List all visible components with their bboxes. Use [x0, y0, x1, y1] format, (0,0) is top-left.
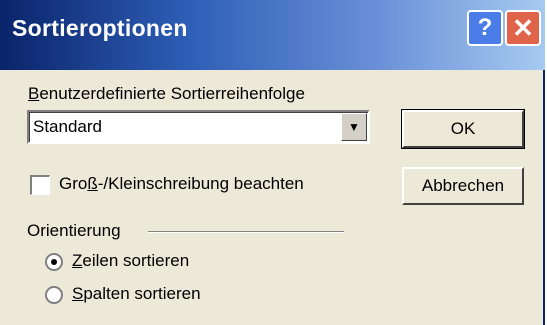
help-button[interactable]: ?: [467, 10, 503, 46]
case-sensitive-label[interactable]: Groß-/Kleinschreibung beachten: [59, 174, 304, 194]
case-sensitive-checkbox[interactable]: [30, 175, 50, 195]
sort-order-label: Benutzerdefinierte Sortierreihenfolge: [28, 84, 305, 103]
orientation-group-divider: [148, 231, 344, 233]
radio-sort-columns[interactable]: [45, 286, 63, 304]
orientation-group-label: Orientierung: [27, 221, 121, 240]
chevron-down-icon: ▼: [348, 120, 360, 134]
window-title: Sortieroptionen: [12, 15, 188, 41]
sort-order-dropdown[interactable]: Standard ▼: [27, 110, 370, 144]
close-icon: ✕: [512, 12, 534, 43]
cancel-button[interactable]: Abbrechen: [402, 167, 524, 205]
close-button[interactable]: ✕: [505, 10, 541, 46]
radio-sort-rows[interactable]: [45, 253, 63, 271]
help-icon: ?: [477, 14, 493, 41]
sort-options-dialog: Sortieroptionen ? ✕ Benutzerdefinierte S…: [0, 0, 545, 325]
dropdown-arrow-button[interactable]: ▼: [341, 113, 367, 141]
radio-sort-rows-label[interactable]: Zeilen sortieren: [72, 251, 189, 271]
title-bar[interactable]: Sortieroptionen ? ✕: [0, 0, 545, 70]
radio-selected-dot: [51, 259, 57, 265]
sort-order-value: Standard: [33, 117, 102, 136]
ok-button[interactable]: OK: [401, 109, 525, 149]
radio-sort-columns-label[interactable]: Spalten sortieren: [72, 284, 201, 304]
